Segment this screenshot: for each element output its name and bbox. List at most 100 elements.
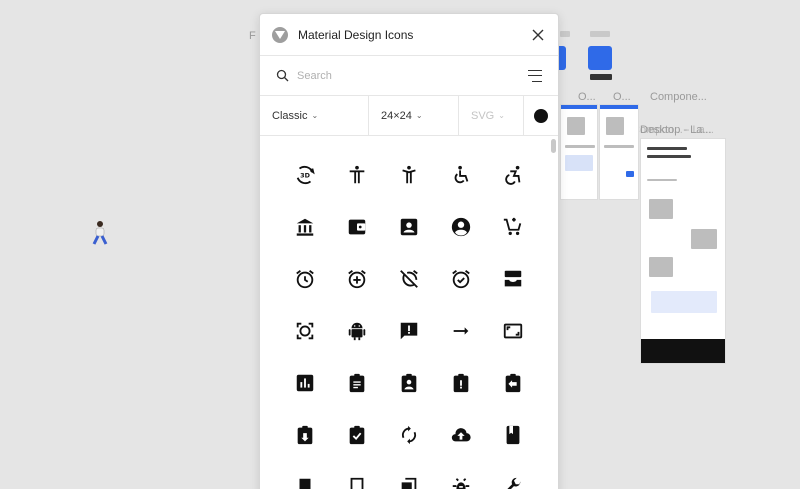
icon-tile[interactable] — [383, 149, 435, 201]
book-icon — [506, 425, 520, 445]
accessible-icon — [454, 165, 469, 184]
style-dropdown[interactable]: Classic ⌄ — [260, 96, 369, 135]
chevron-down-icon: ⌄ — [415, 111, 423, 120]
icon-tile[interactable] — [435, 201, 487, 253]
alarm-on-icon — [452, 270, 470, 289]
arrow-right-alt-icon — [453, 327, 469, 335]
icon-tile[interactable] — [487, 409, 539, 461]
announcement-icon — [400, 322, 418, 340]
canvas-frame-label: O... — [578, 91, 596, 103]
icon-grid: 3D — [279, 149, 539, 489]
plugin-header: Material Design Icons — [260, 14, 558, 56]
alarm-add-icon — [348, 270, 366, 289]
icon-tile[interactable] — [383, 201, 435, 253]
canvas-node-tag — [590, 31, 610, 37]
bookmark-border-icon — [350, 477, 364, 489]
svg-text:3D: 3D — [300, 171, 310, 179]
assignment-late-icon — [453, 373, 469, 393]
frame-label: F — [249, 30, 256, 42]
search-icon — [276, 69, 289, 82]
icon-tile[interactable] — [487, 253, 539, 305]
scrollbar-thumb[interactable] — [551, 139, 556, 153]
android-icon — [348, 322, 366, 341]
icon-tile[interactable] — [435, 357, 487, 409]
filter-menu-icon[interactable] — [528, 69, 542, 82]
alarm-icon — [296, 270, 314, 289]
format-dropdown[interactable]: SVG ⌄ — [459, 96, 524, 135]
style-dropdown-label: Classic — [272, 109, 308, 122]
chevron-down-icon: ⌄ — [311, 111, 319, 120]
icon-tile[interactable] — [487, 357, 539, 409]
size-dropdown-label: 24×24 — [381, 109, 412, 122]
canvas-frame-label: O... — [613, 91, 631, 103]
icon-grid-area: 3D — [260, 137, 558, 489]
icon-tile[interactable] — [383, 409, 435, 461]
icon-tile[interactable] — [435, 461, 487, 489]
assessment-icon — [296, 374, 314, 392]
canvas-node-tag — [590, 74, 612, 80]
icon-tile[interactable] — [279, 305, 331, 357]
color-swatch — [534, 108, 548, 123]
icon-tile[interactable] — [331, 253, 383, 305]
icon-tile[interactable] — [331, 149, 383, 201]
autorenew-icon — [402, 425, 416, 445]
plugin-window: Material Design Icons Classic ⌄ 24×24 ⌄ … — [259, 13, 559, 489]
add-shopping-cart-icon — [503, 217, 522, 236]
icon-tile[interactable] — [383, 357, 435, 409]
color-picker[interactable] — [524, 96, 558, 135]
assignment-returned-icon — [297, 425, 313, 445]
aspect-ratio-icon — [503, 323, 523, 339]
account-box-icon — [400, 218, 418, 236]
all-inbox-icon — [504, 270, 522, 287]
account-circle-icon — [451, 217, 471, 237]
bookmark-icon — [299, 478, 311, 489]
canvas-node — [588, 46, 612, 70]
icon-tile[interactable] — [487, 201, 539, 253]
alarm-off-icon — [400, 270, 418, 288]
assignment-turned-in-icon — [349, 425, 365, 445]
icon-options-toolbar: Classic ⌄ 24×24 ⌄ SVG ⌄ — [260, 96, 558, 136]
canvas-node-tag — [560, 31, 570, 37]
bookmarks-icon — [401, 477, 417, 489]
icon-tile[interactable] — [279, 461, 331, 489]
icon-tile[interactable] — [383, 305, 435, 357]
icon-tile[interactable] — [435, 149, 487, 201]
icon-tile[interactable] — [331, 357, 383, 409]
icon-tile[interactable] — [331, 409, 383, 461]
icon-tile[interactable]: 3D — [279, 149, 331, 201]
icon-tile[interactable] — [279, 253, 331, 305]
icon-tile[interactable] — [383, 461, 435, 489]
icon-tile[interactable] — [331, 201, 383, 253]
canvas-thumbnail[interactable] — [640, 138, 726, 364]
format-dropdown-label: SVG — [471, 109, 495, 122]
assignment-return-icon — [505, 373, 521, 393]
icon-tile[interactable] — [435, 253, 487, 305]
icon-tile[interactable] — [435, 409, 487, 461]
icon-tile[interactable] — [279, 357, 331, 409]
icon-tile[interactable] — [331, 461, 383, 489]
icon-tile[interactable] — [435, 305, 487, 357]
account-balance-icon — [296, 218, 314, 236]
icon-tile[interactable] — [331, 305, 383, 357]
icon-tile[interactable] — [487, 149, 539, 201]
search-input[interactable] — [297, 69, 528, 82]
build-icon — [507, 477, 521, 489]
bug-report-icon — [452, 478, 470, 489]
icon-tile[interactable] — [487, 461, 539, 489]
accessibility-new-icon — [402, 165, 416, 184]
plugin-logo-icon — [272, 26, 288, 43]
close-icon[interactable] — [530, 27, 546, 43]
backup-icon — [451, 428, 471, 442]
icon-tile[interactable] — [279, 409, 331, 461]
icon-tile[interactable] — [487, 305, 539, 357]
avatar-figure — [92, 221, 108, 245]
assignment-ind-icon — [401, 373, 417, 393]
icon-tile[interactable] — [279, 201, 331, 253]
size-dropdown[interactable]: 24×24 ⌄ — [369, 96, 459, 135]
chevron-down-icon: ⌄ — [498, 111, 505, 120]
search-bar — [260, 56, 558, 96]
canvas-thumbnail[interactable] — [560, 104, 598, 200]
3d-rotation-icon: 3D — [296, 165, 315, 185]
icon-tile[interactable] — [383, 253, 435, 305]
canvas-thumbnail[interactable] — [599, 104, 639, 200]
